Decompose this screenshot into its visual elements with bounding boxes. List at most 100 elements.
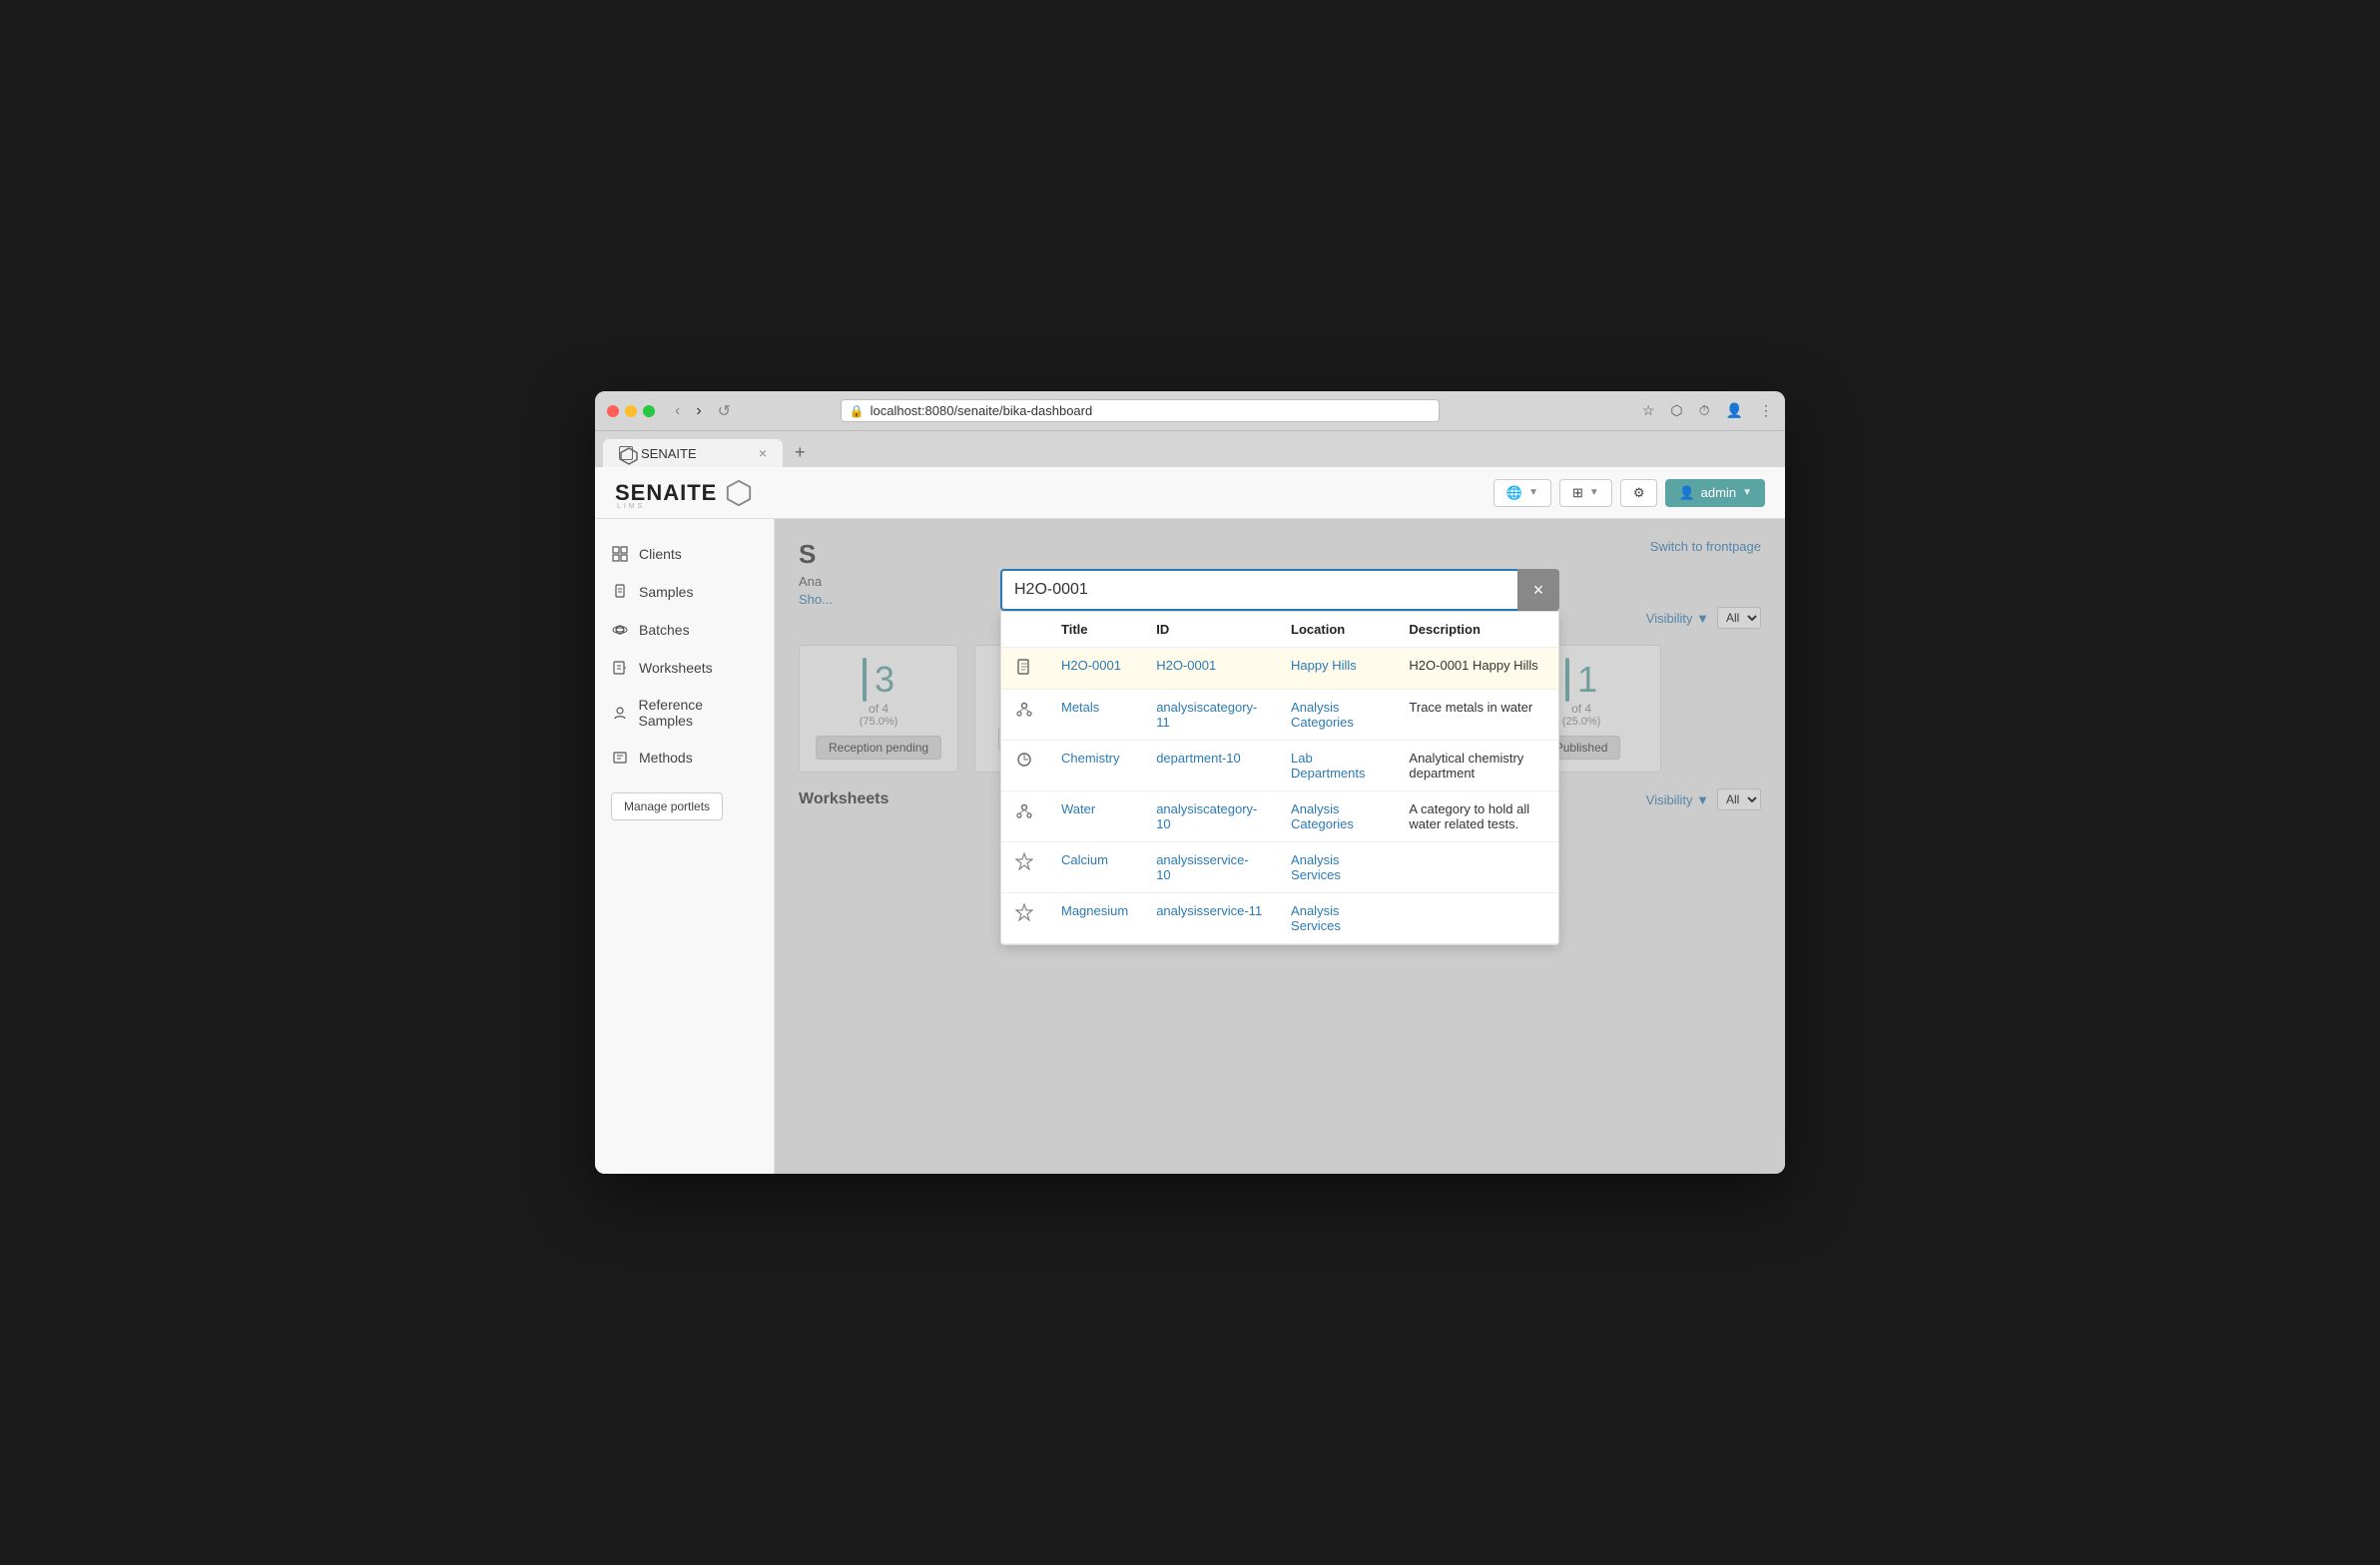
- refresh-button[interactable]: ↺: [714, 399, 735, 423]
- menu-icon[interactable]: ⋮: [1759, 402, 1773, 419]
- search-result-row[interactable]: Metalsanalysiscategory-11Analysis Catego…: [1001, 690, 1558, 741]
- senaite-logo: SENAITE LIMS: [615, 479, 753, 507]
- minimize-button[interactable]: [625, 405, 637, 417]
- col-title: Title: [1047, 612, 1142, 648]
- browser-toolbar-icons: ☆ ⬡ ⏱ 👤 ⋮: [1642, 402, 1773, 419]
- browser-titlebar: ‹ › ↺ 🔒 ☆ ⬡ ⏱ 👤 ⋮: [595, 391, 1785, 431]
- col-id: ID: [1142, 612, 1277, 648]
- security-icon: 🔒: [850, 404, 865, 418]
- result-title-cell[interactable]: H2O-0001: [1047, 648, 1142, 690]
- close-button[interactable]: [607, 405, 619, 417]
- main-content: Switch to frontpage S Ana Sho... Visibil…: [775, 519, 1785, 1174]
- tab-close-button[interactable]: ×: [759, 445, 767, 461]
- result-title-cell[interactable]: Metals: [1047, 690, 1142, 741]
- extension-icon[interactable]: ⬡: [1670, 402, 1682, 419]
- back-button[interactable]: ‹: [671, 400, 684, 422]
- search-result-row[interactable]: Magnesiumanalysisservice-11Analysis Serv…: [1001, 893, 1558, 944]
- maximize-button[interactable]: [643, 405, 655, 417]
- result-icon-cell: [1001, 893, 1047, 944]
- search-input[interactable]: [1000, 569, 1517, 611]
- result-description-cell: Trace metals in water: [1395, 690, 1558, 741]
- active-tab[interactable]: SENAITE ×: [603, 439, 783, 467]
- col-location: Location: [1277, 612, 1395, 648]
- result-location-cell[interactable]: Analysis Services: [1277, 893, 1395, 944]
- result-description-cell: [1395, 842, 1558, 893]
- worksheets-label: Worksheets: [639, 660, 713, 676]
- result-id-cell[interactable]: department-10: [1142, 741, 1277, 791]
- logo-subtitle: LIMS: [617, 503, 645, 510]
- globe-button[interactable]: 🌐 ▼: [1493, 479, 1551, 507]
- methods-icon: [611, 749, 629, 767]
- result-icon-cell: [1001, 648, 1047, 690]
- header-actions: 🌐 ▼ ⊞ ▼ ⚙ 👤 admin ▼: [1493, 479, 1765, 507]
- result-location-cell[interactable]: Analysis Services: [1277, 842, 1395, 893]
- result-description-cell: A category to hold all water related tes…: [1395, 791, 1558, 842]
- sidebar-item-methods[interactable]: Methods: [595, 739, 774, 777]
- result-description-cell: H2O-0001 Happy Hills: [1395, 648, 1558, 690]
- result-title-cell[interactable]: Magnesium: [1047, 893, 1142, 944]
- sidebar-item-samples[interactable]: Samples: [595, 573, 774, 611]
- result-title-cell[interactable]: Chemistry: [1047, 741, 1142, 791]
- profile-icon[interactable]: 👤: [1726, 402, 1743, 419]
- logo-hexagon-icon: [725, 479, 753, 507]
- col-icon: [1001, 612, 1047, 648]
- admin-caret: ▼: [1742, 487, 1752, 498]
- result-title-cell[interactable]: Water: [1047, 791, 1142, 842]
- search-container: × Title ID Location Description: [1000, 569, 1559, 945]
- batches-icon: [611, 621, 629, 639]
- clients-icon: [611, 545, 629, 563]
- tab-bar: SENAITE × +: [595, 431, 1785, 467]
- result-location-cell[interactable]: Analysis Categories: [1277, 791, 1395, 842]
- sidebar-item-clients[interactable]: Clients: [595, 535, 774, 573]
- samples-icon: [611, 583, 629, 601]
- sidebar-item-reference-samples[interactable]: Reference Samples: [595, 687, 774, 739]
- reference-samples-icon: [611, 704, 629, 722]
- search-result-row[interactable]: Wateranalysiscategory-10Analysis Categor…: [1001, 791, 1558, 842]
- result-description-cell: Analytical chemistry department: [1395, 741, 1558, 791]
- result-id-cell[interactable]: analysisservice-10: [1142, 842, 1277, 893]
- tab-favicon: [619, 446, 633, 460]
- grid-button[interactable]: ⊞ ▼: [1559, 479, 1612, 507]
- result-id-cell[interactable]: analysiscategory-10: [1142, 791, 1277, 842]
- forward-button[interactable]: ›: [692, 400, 705, 422]
- address-bar-container: 🔒: [841, 399, 1440, 422]
- traffic-lights: [607, 405, 655, 417]
- search-result-row[interactable]: Calciumanalysisservice-10Analysis Servic…: [1001, 842, 1558, 893]
- methods-label: Methods: [639, 750, 693, 766]
- clients-label: Clients: [639, 546, 682, 562]
- search-result-row[interactable]: H2O-0001H2O-0001Happy HillsH2O-0001 Happ…: [1001, 648, 1558, 690]
- result-location-cell[interactable]: Lab Departments: [1277, 741, 1395, 791]
- samples-label: Samples: [639, 584, 693, 600]
- result-icon-cell: [1001, 842, 1047, 893]
- result-location-cell[interactable]: Analysis Categories: [1277, 690, 1395, 741]
- timer-icon[interactable]: ⏱: [1699, 402, 1710, 419]
- reference-samples-label: Reference Samples: [639, 697, 759, 729]
- result-icon-cell: [1001, 741, 1047, 791]
- result-icon-cell: [1001, 791, 1047, 842]
- app-content: SENAITE LIMS 🌐 ▼ ⊞ ▼ ⚙ 👤 admin ▼: [595, 467, 1785, 1174]
- batches-label: Batches: [639, 622, 690, 638]
- search-result-row[interactable]: Chemistrydepartment-10Lab DepartmentsAna…: [1001, 741, 1558, 791]
- search-clear-button[interactable]: ×: [1517, 569, 1559, 611]
- new-tab-button[interactable]: +: [787, 438, 814, 467]
- sidebar: Clients Samples Batches: [595, 519, 775, 1174]
- search-dropdown: Title ID Location Description H2O-0001H2…: [1000, 611, 1559, 945]
- sidebar-item-worksheets[interactable]: Worksheets: [595, 649, 774, 687]
- tab-title: SENAITE: [641, 446, 697, 461]
- result-icon-cell: [1001, 690, 1047, 741]
- result-id-cell[interactable]: analysiscategory-11: [1142, 690, 1277, 741]
- admin-label: admin: [1701, 485, 1736, 500]
- manage-portlets-button[interactable]: Manage portlets: [611, 792, 723, 820]
- main-layout: Clients Samples Batches: [595, 519, 1785, 1174]
- result-title-cell[interactable]: Calcium: [1047, 842, 1142, 893]
- result-id-cell[interactable]: H2O-0001: [1142, 648, 1277, 690]
- result-location-cell[interactable]: Happy Hills: [1277, 648, 1395, 690]
- admin-button[interactable]: 👤 admin ▼: [1665, 479, 1765, 507]
- result-id-cell[interactable]: analysisservice-11: [1142, 893, 1277, 944]
- settings-button[interactable]: ⚙: [1620, 479, 1658, 507]
- logo-text: SENAITE: [615, 480, 717, 506]
- address-bar[interactable]: [871, 403, 1431, 418]
- sidebar-item-batches[interactable]: Batches: [595, 611, 774, 649]
- bookmark-icon[interactable]: ☆: [1642, 402, 1655, 419]
- worksheets-icon: [611, 659, 629, 677]
